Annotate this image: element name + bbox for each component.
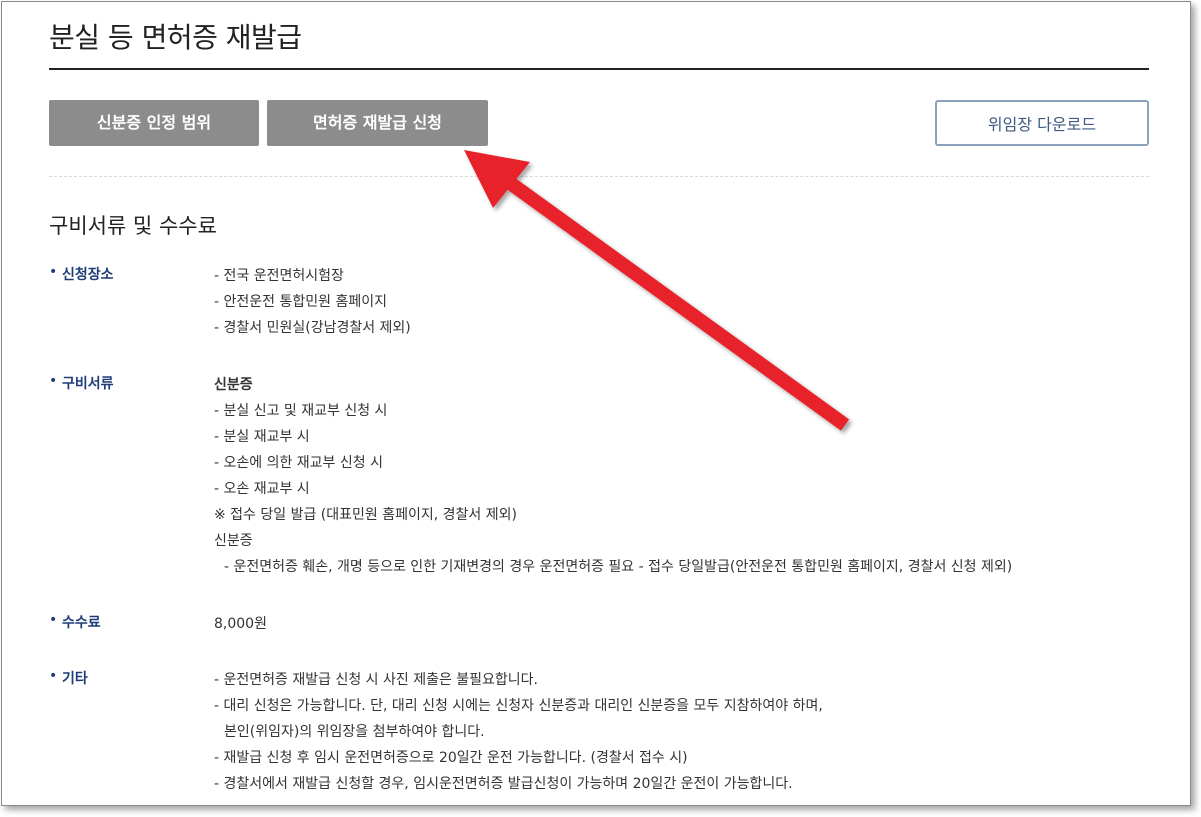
row-label: 신청장소 (62, 267, 114, 283)
content-line: - 안전운전 통합민원 홈페이지 (214, 294, 387, 310)
page-frame: 분실 등 면허증 재발급 신분증 인정 범위 면허증 재발급 신청 위임장 다운… (1, 1, 1191, 806)
content-line: 8,000원 (214, 616, 267, 632)
content-line: 본인(위임자)의 위임장을 첨부하여야 합니다. (224, 724, 485, 740)
content-line: - 분실 신고 및 재교부 신청 시 (214, 403, 388, 419)
content-line: - 운전면허증 훼손, 개명 등으로 인한 기재변경의 경우 운전면허증 필요 … (224, 559, 1013, 575)
reissue-apply-button[interactable]: 면허증 재발급 신청 (267, 100, 488, 146)
row-content: 신분증 - 분실 신고 및 재교부 신청 시 - 분실 재교부 시 - 오손에 … (214, 372, 1012, 580)
content-line: ※ 접수 당일 발급 (대표민원 홈페이지, 경찰서 제외) (214, 507, 517, 523)
row-label: 기타 (62, 671, 88, 687)
content-line: - 재발급 신청 후 임시 운전면허증으로 20일간 운전 가능합니다. (경찰… (214, 750, 688, 766)
content-line: - 분실 재교부 시 (214, 429, 310, 445)
row-label: 구비서류 (62, 376, 114, 392)
row-content: 8,000원 (214, 611, 267, 637)
page-title: 분실 등 면허증 재발급 (49, 21, 302, 54)
content-line: - 경찰서 민원실(강남경찰서 제외) (214, 320, 411, 336)
section-title: 구비서류 및 수수료 (49, 214, 217, 238)
content-line: - 전국 운전면허시험장 (214, 268, 344, 284)
content-line: - 오손 재교부 시 (214, 481, 310, 497)
row-content: - 운전면허증 재발급 신청 시 사진 제출은 불필요합니다. - 대리 신청은… (214, 667, 823, 797)
row-label: 수수료 (62, 615, 101, 631)
content-line: - 대리 신청은 가능합니다. 단, 대리 신청 시에는 신청자 신분증과 대리… (214, 698, 823, 714)
title-divider (49, 68, 1149, 70)
content-line: - 오손에 의한 재교부 신청 시 (214, 455, 383, 471)
bullet: • (49, 668, 58, 684)
id-scope-button[interactable]: 신분증 인정 범위 (49, 100, 259, 146)
content-line: - 경찰서에서 재발급 신청할 경우, 임시운전면허증 발급신청이 가능하며 2… (214, 776, 793, 792)
content-line: 신분증 (214, 377, 253, 393)
bullet: • (49, 612, 58, 628)
bullet: • (49, 373, 58, 389)
content-line: 신분증 (214, 533, 253, 549)
content-line: - 운전면허증 재발급 신청 시 사진 제출은 불필요합니다. (214, 672, 539, 688)
proxy-download-button[interactable]: 위임장 다운로드 (935, 100, 1149, 146)
row-content: - 전국 운전면허시험장 - 안전운전 통합민원 홈페이지 - 경찰서 민원실(… (214, 263, 411, 341)
bullet: • (49, 264, 58, 280)
dashed-divider (49, 176, 1149, 177)
